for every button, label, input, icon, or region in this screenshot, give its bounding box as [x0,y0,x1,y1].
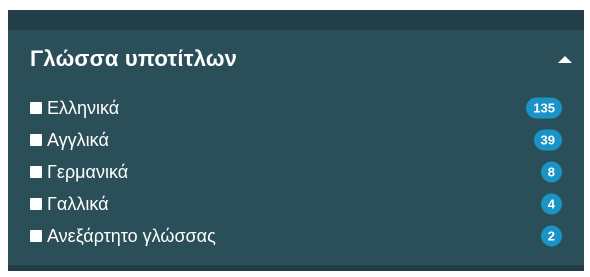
chevron-up-icon[interactable] [558,56,572,63]
filter-option-label[interactable]: Ανεξάρτητο γλώσσας [47,226,216,247]
filter-option-label[interactable]: Γερμανικά [47,162,128,183]
checkbox[interactable] [30,230,42,242]
checkbox[interactable] [30,166,42,178]
filter-panel-header[interactable]: Γλώσσα υποτίτλων [8,38,584,78]
panel-top-border [8,10,584,30]
checkbox[interactable] [30,198,42,210]
filter-options-list: Ελληνικά 135 Αγγλικά 39 Γερμανικά 8 Γαλλ… [30,92,564,252]
filter-option-greek[interactable]: Ελληνικά 135 [30,92,564,124]
filter-option-label[interactable]: Γαλλικά [47,194,109,215]
filter-option-language-independent[interactable]: Ανεξάρτητο γλώσσας 2 [30,220,564,252]
subtitle-language-filter-panel: Γλώσσα υποτίτλων Ελληνικά 135 Αγγλικά 39… [8,10,584,271]
filter-panel-title: Γλώσσα υποτίτλων [30,46,238,71]
panel-bottom-border [8,265,584,271]
count-badge: 2 [540,225,562,247]
count-badge: 39 [533,129,562,151]
count-badge: 135 [526,97,562,119]
checkbox[interactable] [30,102,42,114]
count-badge: 4 [540,193,562,215]
filter-option-english[interactable]: Αγγλικά 39 [30,124,564,156]
filter-option-label[interactable]: Ελληνικά [47,98,119,119]
checkbox[interactable] [30,134,42,146]
count-badge: 8 [540,161,562,183]
filter-option-label[interactable]: Αγγλικά [47,130,109,151]
filter-option-german[interactable]: Γερμανικά 8 [30,156,564,188]
filter-option-french[interactable]: Γαλλικά 4 [30,188,564,220]
